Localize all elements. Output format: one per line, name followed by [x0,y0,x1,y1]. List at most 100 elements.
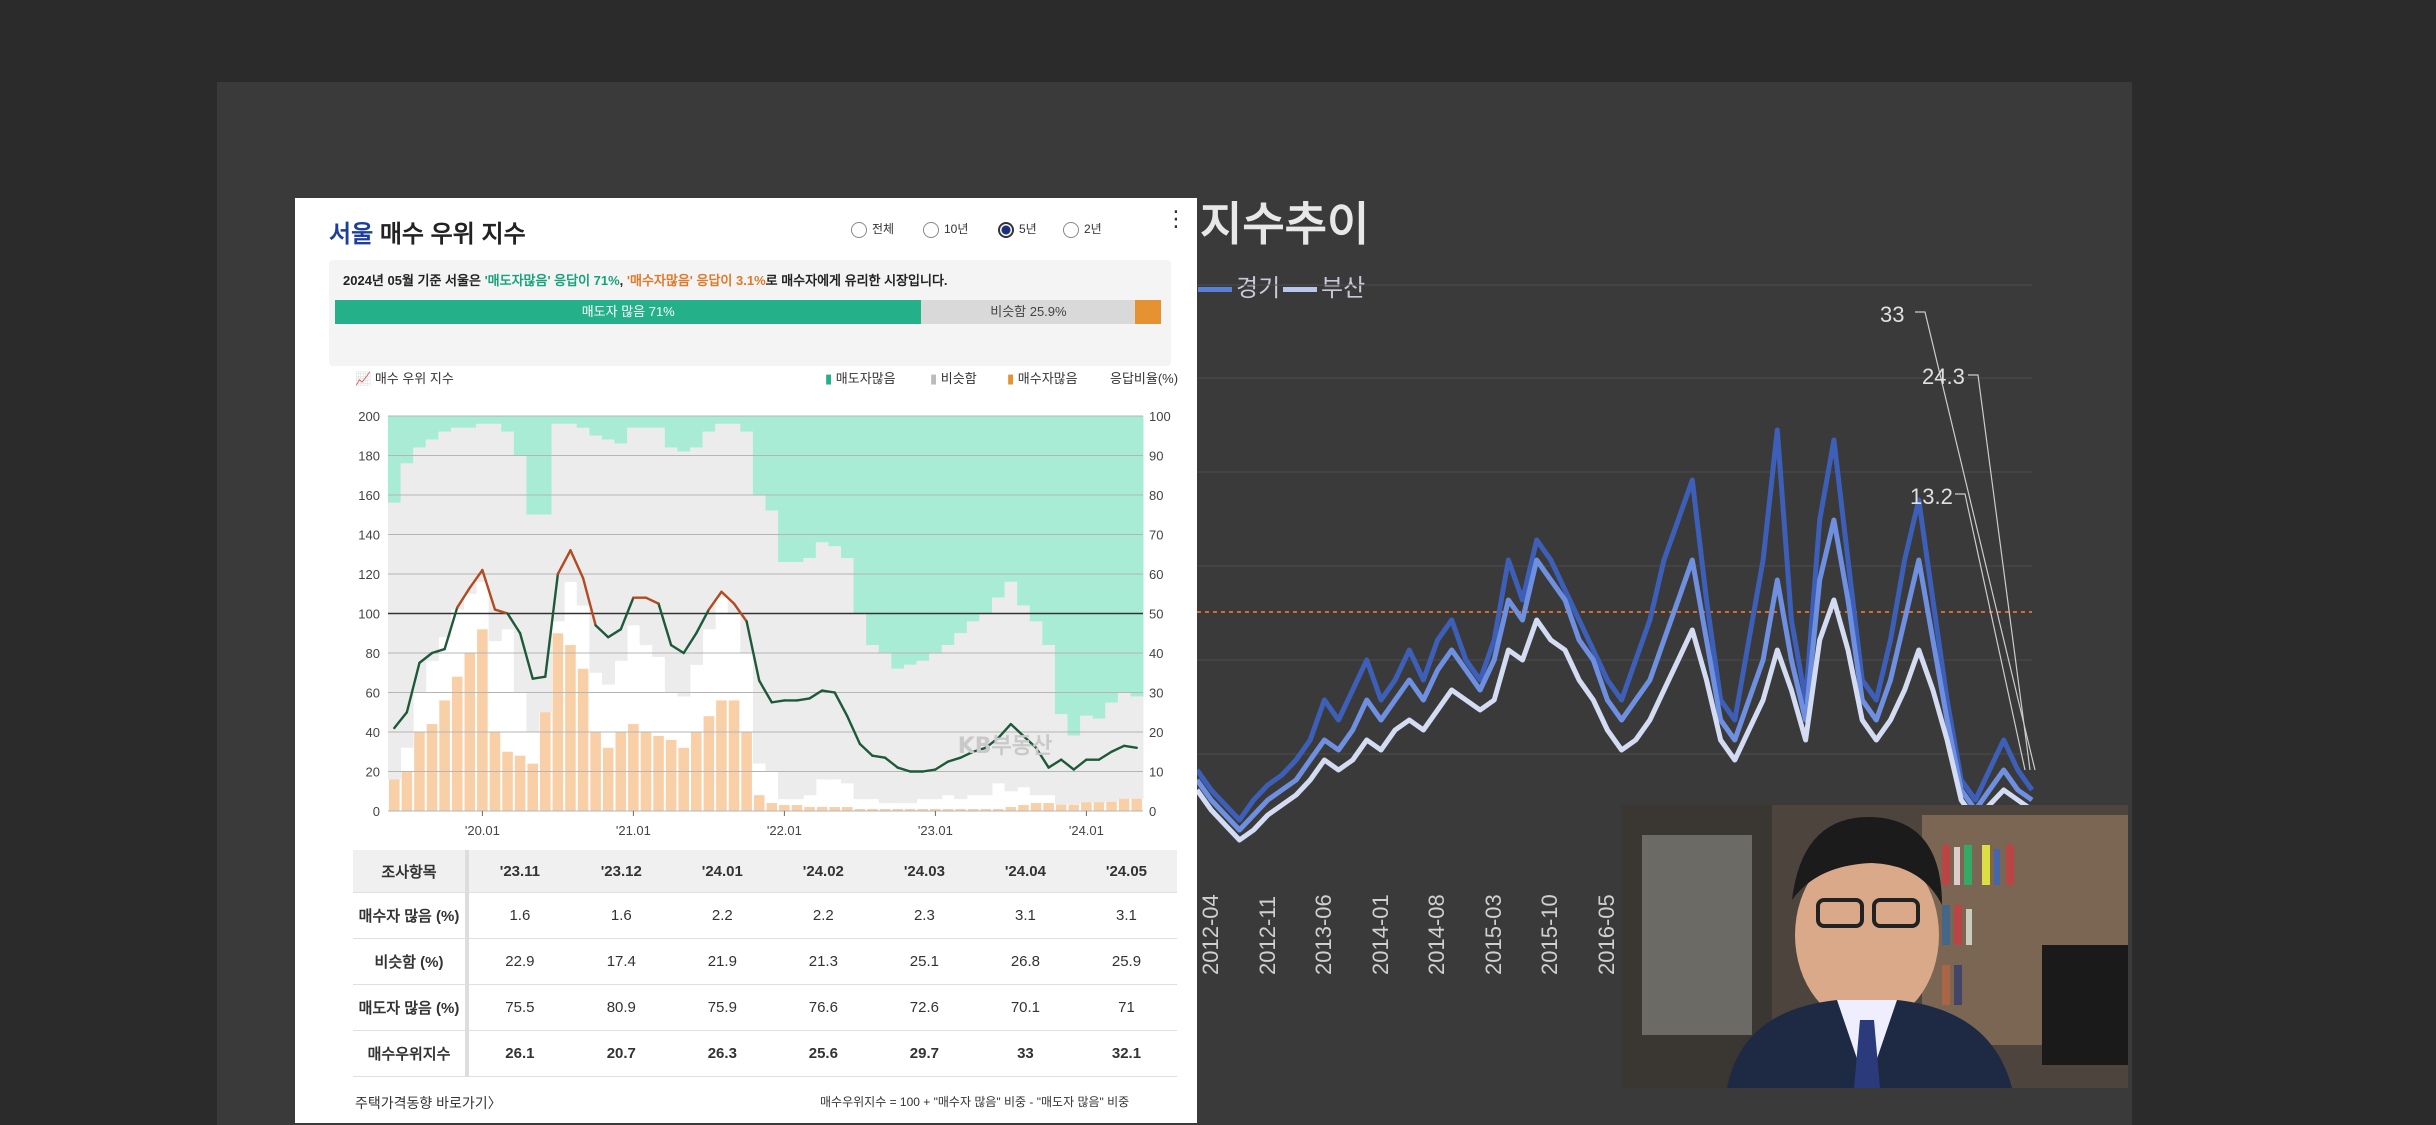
table-header-cell: 조사항목 [353,850,469,893]
table-cell: 1.6 [467,892,571,939]
neutral-bar [1042,645,1056,796]
y2-tick-label: 30 [1149,686,1163,701]
sell-bar [1017,416,1031,606]
watermark: KB부동산 [958,734,1053,759]
y-tick-label: 200 [358,409,380,424]
buy-bar [565,645,576,811]
table-header-cell: '23.12 [570,850,672,893]
index-point [1009,723,1012,725]
sell-bar [677,416,691,452]
index-point [884,756,886,759]
table-cell: 26.3 [671,1030,773,1077]
buy-bar [703,716,715,811]
neutral-bar [929,653,943,800]
buy-bar [477,629,488,811]
buy-bar [842,807,853,811]
buy-bar [527,763,538,811]
buy-bar [1018,805,1029,811]
sell-bar [916,416,930,661]
neutral-bar [388,502,402,780]
index-point [431,652,433,654]
index-point [531,677,534,680]
slide-x-tick-label: 2014-01 [1367,894,1393,975]
buy-bar [665,739,677,811]
index-point [695,632,698,635]
buy-bar [779,805,790,811]
y2-tick-label: 20 [1149,725,1163,740]
neutral-bar [941,645,955,796]
buy-bar [628,724,639,811]
index-point [796,699,798,702]
buy-bar [439,700,450,811]
kb-panel: 서울 매수 우위 지수 전체 10년 5년 2년 ⋮ 2024년 05월 기준 … [295,198,1197,1123]
neutral-bar [501,431,515,630]
index-point [1123,744,1126,747]
index-point [783,699,786,702]
buy-bar [426,724,438,811]
slide-x-tick-label: 2012-11 [1254,895,1280,975]
y-tick-label: 120 [358,567,380,582]
sell-bar [690,416,704,448]
table-cell: 3.1 [1075,892,1177,939]
x-tick-label: '21.01 [616,823,651,838]
buy-bar [1005,807,1017,811]
index-point [632,596,635,599]
neutral-bar [966,621,980,796]
neutral-bar [702,431,716,630]
screen: 지수추이 경기 부산 2012-04 2012-11 2013-06 2014-01 2… [0,0,2436,1125]
neutral-bar [601,439,615,685]
sell-bar [400,416,414,464]
buy-bar [829,807,840,811]
table-cell: 22.9 [467,938,571,985]
neutral-bar [891,668,905,804]
buy-bar [678,747,689,811]
sell-bar [664,416,678,448]
sell-bar [526,416,540,515]
index-point [619,628,622,631]
sell-bar [954,416,968,634]
sell-bar [1042,416,1056,646]
buy-bar [451,676,463,811]
table-cell: 80.9 [570,984,672,1031]
sell-bar [702,416,716,432]
sell-bar [866,416,880,646]
sell-bar [815,416,829,543]
neutral-bar [815,542,829,780]
sell-bar [627,416,641,428]
neutral-bar [954,633,968,800]
neutral-bar [841,558,855,784]
annotation-24-3: 24.3 [1922,364,1965,389]
neutral-bar [903,664,917,804]
buy-bar [1106,801,1117,811]
buy-bar [552,633,564,811]
table-cell: 72.6 [873,984,975,1031]
sell-bar [1105,416,1119,703]
buy-bar [716,700,727,811]
index-point [909,770,912,773]
sell-bar [652,416,666,428]
price-trend-link[interactable]: 주택가격동향 바로가기〉 [355,1093,502,1113]
index-point [544,675,547,678]
index-point [582,577,584,579]
table-cell: 2.2 [772,892,874,939]
table-row: 비슷함 (%) 22.9 17.4 21.9 21.3 25.1 26.8 25.9 [353,938,1177,985]
table-cell: 32.1 [1075,1030,1177,1077]
table-header-cell: '24.04 [974,850,1076,893]
table-row-header: 매도자 많음 (%) [353,984,469,1031]
y-tick-label: 140 [358,528,380,543]
table-cell: 26.1 [467,1030,571,1077]
table-cell: 25.9 [1075,938,1177,985]
buy-bar [1093,802,1105,811]
index-point [745,620,748,623]
neutral-bar [1029,621,1043,796]
y2-tick-label: 70 [1149,528,1163,543]
sell-bar [601,416,615,440]
index-point [833,691,836,694]
y2-tick-label: 80 [1149,488,1163,503]
table-header-cell: '24.01 [671,850,773,893]
index-point [858,742,861,745]
sell-bar [1029,416,1043,622]
sell-bar [727,416,741,424]
table-cell: 1.6 [570,892,672,939]
sell-bar [539,416,553,515]
